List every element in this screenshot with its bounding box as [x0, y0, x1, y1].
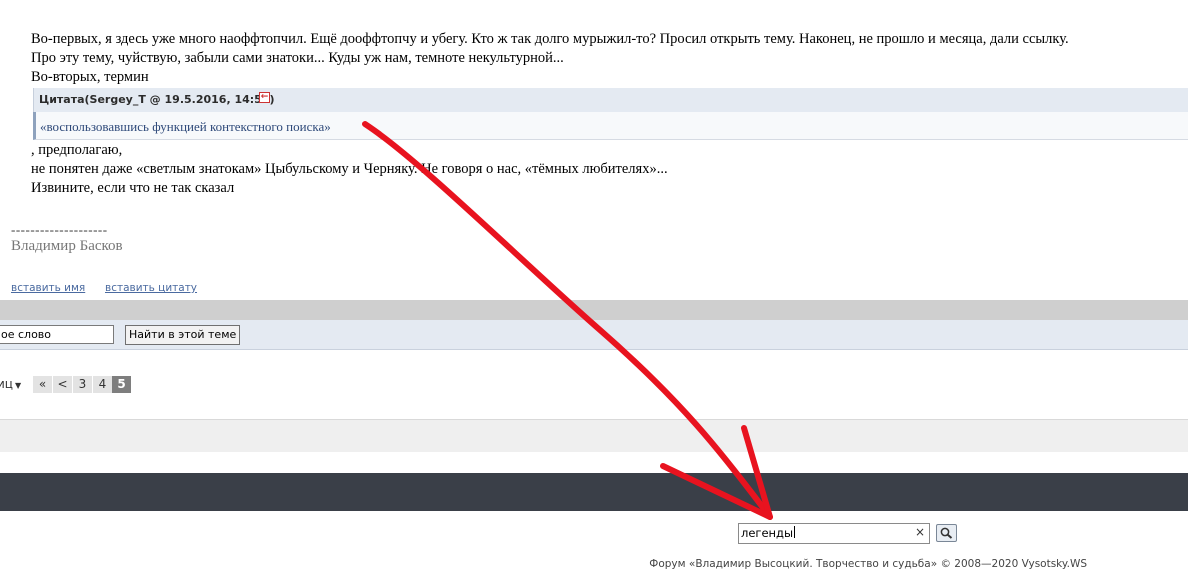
topic-search-row: ое слово Найти в этой теме	[0, 320, 1188, 350]
site-footer-bar	[0, 473, 1188, 511]
topic-search-input[interactable]: ое слово	[0, 325, 114, 344]
post-line: Во-первых, я здесь уже много наоффтопчил…	[31, 31, 1069, 47]
quote-author: Цитата(Sergey_T @ 19.5.2016, 14:51)	[39, 93, 275, 106]
pages-dropdown-label: иц	[0, 377, 13, 391]
page-first-button[interactable]: «	[33, 376, 52, 393]
post-line: Про эту тему, чуйствую, забыли сами знат…	[31, 50, 564, 66]
post-line: Во-вторых, термин	[31, 69, 149, 85]
post-line: Извините, если что не так сказал	[31, 180, 235, 196]
quote-text: «воспользовавшись функцией контекстного …	[40, 119, 331, 134]
post-line: не понятен даже «светлым знатокам» Цыбул…	[31, 161, 668, 177]
insert-name-link[interactable]: вставить имя	[11, 282, 85, 294]
chevron-down-icon: ▼	[14, 381, 22, 390]
post-line: , предполагаю,	[31, 142, 123, 158]
page-current-5: 5	[112, 376, 131, 393]
footer-copyright: Форум «Владимир Высоцкий. Творчество и с…	[649, 558, 1087, 570]
site-search-input[interactable]: легенды ×	[738, 523, 930, 544]
search-icon	[940, 527, 953, 539]
topic-footer-bar	[0, 419, 1188, 452]
post-body: Во-первых, я здесь уже много наоффтопчил…	[31, 30, 1188, 87]
quote-body: «воспользовавшись функцией контекстного …	[33, 112, 1188, 140]
insert-quote-link[interactable]: вставить цитату	[105, 282, 197, 294]
page-link-3[interactable]: 3	[73, 376, 92, 393]
quote-header: Цитата(Sergey_T @ 19.5.2016, 14:51) ←	[33, 88, 1188, 112]
page-prev-button[interactable]: <	[53, 376, 72, 393]
post-body-continued: , предполагаю, не понятен даже «светлым …	[31, 141, 668, 198]
signature-name: Владимир Басков	[11, 238, 123, 254]
pages-dropdown[interactable]: иц ▼	[0, 377, 21, 391]
signature-divider: --------------------	[11, 222, 108, 237]
topic-search-button[interactable]: Найти в этой теме	[125, 325, 241, 345]
post-separator-bar	[0, 300, 1188, 320]
site-search-button[interactable]	[936, 524, 957, 542]
quote-source-link-icon[interactable]: ←	[259, 92, 270, 103]
page-link-4[interactable]: 4	[93, 376, 112, 393]
site-search-value: легенды	[741, 526, 794, 540]
clear-icon[interactable]: ×	[915, 525, 925, 539]
